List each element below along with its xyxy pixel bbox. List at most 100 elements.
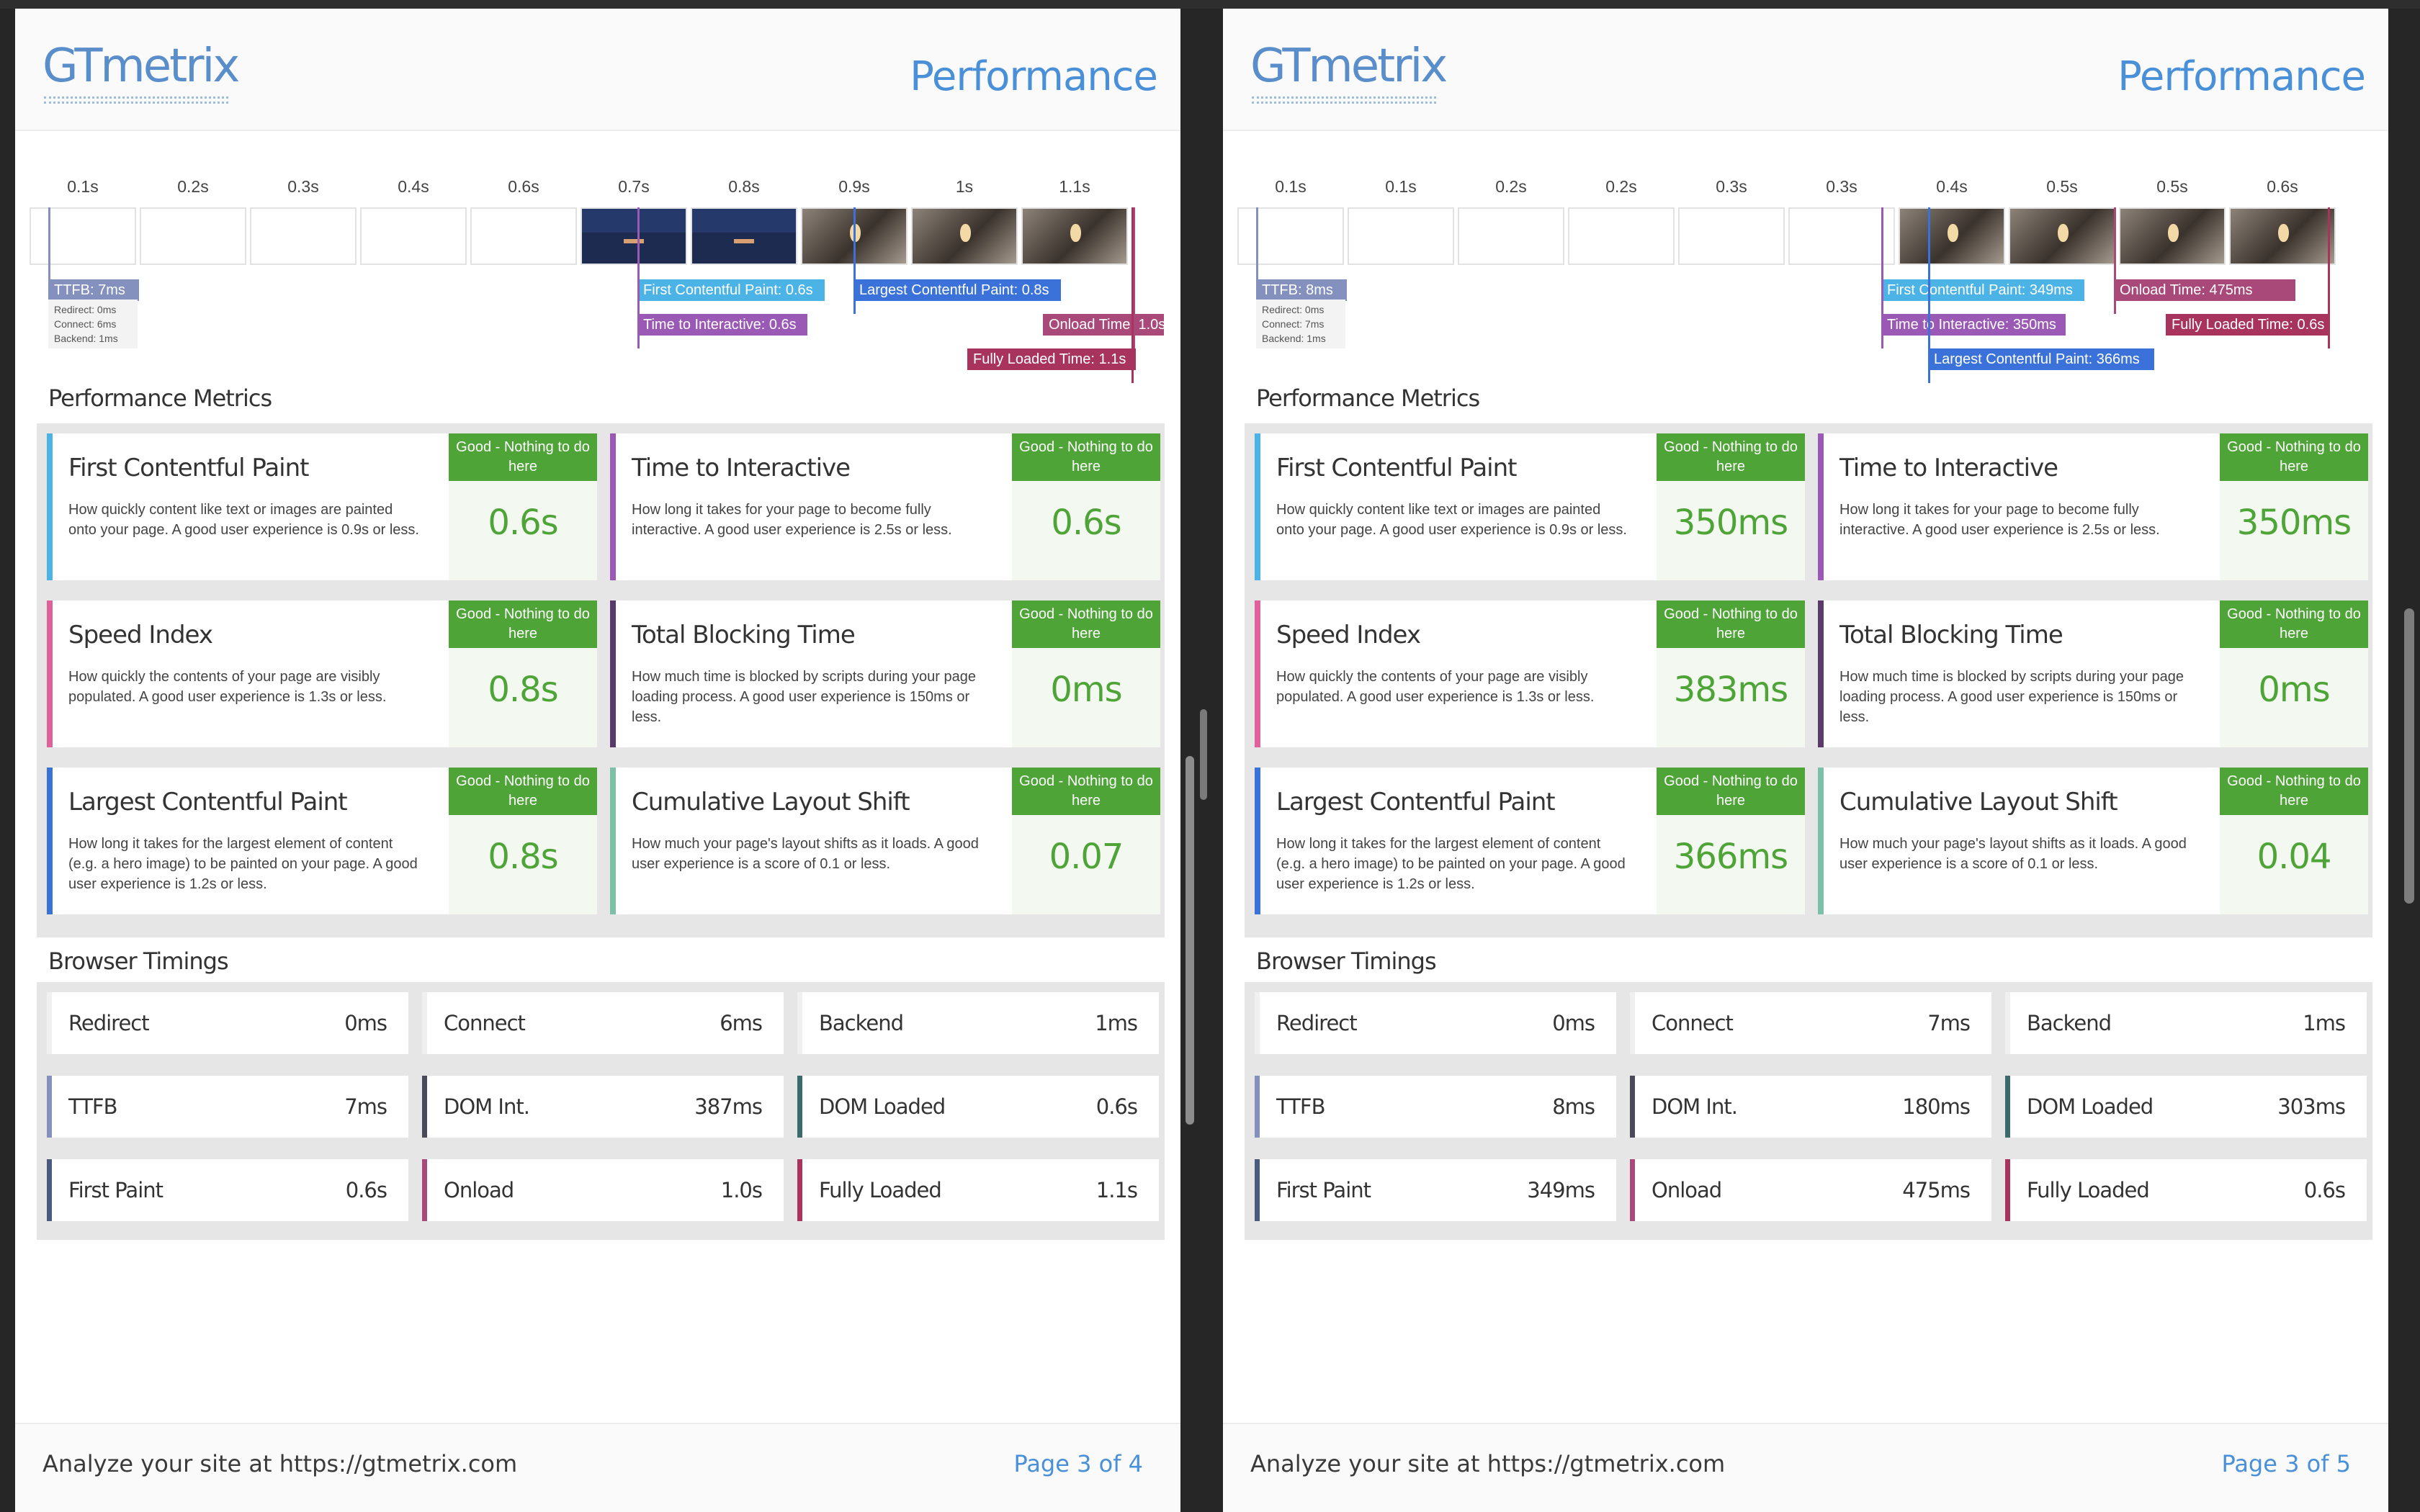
timing-value: 303ms [2277,1094,2346,1119]
metric-value: 366ms [1673,837,1788,877]
timing-value: 1.0s [720,1178,763,1202]
metric-color-bar [610,600,616,747]
metric-name: Total Blocking Time [1839,621,2063,649]
timing-label: Fully Loaded [2027,1178,2150,1202]
timing-color-bar [422,1159,427,1221]
page-number: Page 3 of 4 [1013,1450,1143,1477]
report-page-right: GTmetrix Performance 0.1s 0.1s 0.2s 0.2s 0.3… [1223,9,2388,1512]
metric-color-bar [610,433,616,580]
timing-value: 1ms [1095,1011,1138,1035]
timing-card: DOM Loaded 303ms [2005,1076,2367,1138]
metric-value: 350ms [1673,503,1788,543]
metric-description: How quickly the contents of your page ar… [68,669,387,705]
timing-label: Connect [1652,1011,1734,1035]
timing-card: DOM Int. 180ms [1630,1076,1991,1138]
tti-marker-label: Time to Interactive: 350ms [1881,314,2066,336]
timing-card: DOM Loaded 0.6s [797,1076,1159,1138]
metric-value-box: 0.8s [449,815,597,914]
timing-color-bar [1255,992,1260,1054]
timing-label: Redirect [1276,1011,1358,1035]
timing-label: Backend [819,1011,904,1035]
metric-grade-badge: Good - Nothing to do here [2220,433,2368,481]
metric-description: How much time is blocked by scripts duri… [632,669,976,725]
metric-grade-badge: Good - Nothing to do here [1012,433,1160,481]
timeline-tick-label: 0.3s [1826,177,1857,196]
timeline-tick-label: 0.5s [2046,177,2078,196]
filmstrip-frame [140,207,246,265]
window-top-bar [0,0,2420,9]
metric-value-box: 0.8s [449,648,597,747]
timing-value: 1ms [2303,1011,2346,1035]
report-footer: Analyze your site at https://gtmetrix.co… [1223,1423,2388,1512]
timing-value: 8ms [1552,1094,1595,1119]
timing-label: Connect [444,1011,526,1035]
metric-value: 383ms [1673,670,1788,710]
browser-timings-grid: Redirect 0ms Connect 6ms Backend 1ms TTF… [37,982,1165,1240]
metric-name: Largest Contentful Paint [68,788,348,816]
timing-color-bar [797,1076,802,1138]
metric-color-bar [610,768,616,914]
ttfb-marker-line [1256,207,1258,279]
metric-card: Time to Interactive How long it takes fo… [1818,433,2368,580]
timeline-tick-label: 0.2s [1495,177,1527,196]
metric-name: Time to Interactive [632,454,851,482]
metric-color-bar [1255,433,1260,580]
timing-label: Fully Loaded [819,1178,942,1202]
timing-value: 475ms [1902,1178,1971,1202]
metric-name: Largest Contentful Paint [1276,788,1556,816]
filmstrip-timeline: 0.1s 0.2s 0.3s 0.4s 0.6s 0.7s 0.8s 0.9s 1s 1.1s TT… [30,170,1168,400]
metric-name: Speed Index [1276,621,1421,649]
filmstrip-frame [581,207,687,265]
page-title: Performance [2118,53,2366,100]
timing-card: Redirect 0ms [47,992,408,1054]
metric-card: Cumulative Layout Shift How much your pa… [1818,768,2368,914]
timing-label: DOM Loaded [2027,1094,2154,1119]
left-scrollbar-thumb[interactable] [1186,756,1194,1125]
report-page-left: GTmetrix Performance 0.1s 0.2s 0.3s 0.4s 0.6… [15,9,1180,1512]
filmstrip-frame [30,207,136,265]
report-footer: Analyze your site at https://gtmetrix.co… [15,1423,1180,1512]
ttfb-marker-line [48,207,50,279]
timing-value: 6ms [720,1011,763,1035]
filmstrip-frame [2229,207,2336,265]
metric-value-box: 350ms [2220,481,2368,580]
filmstrip-frame [911,207,1018,265]
timing-value: 387ms [694,1094,763,1119]
report-header: GTmetrix Performance [1223,9,2388,131]
filmstrip-frame [1348,207,1454,265]
timing-card: Backend 1ms [2005,992,2367,1054]
timing-color-bar [1630,1159,1635,1221]
ttfb-breakdown: Redirect: 0ms Connect: 7ms Backend: 1ms [1256,300,1345,348]
metric-name: Time to Interactive [1839,454,2058,482]
timing-color-bar [2005,992,2010,1054]
timing-label: DOM Int. [1652,1094,1738,1119]
timeline-tick-label: 0.4s [398,177,429,196]
metric-value: 0ms [2258,670,2330,710]
browser-timings-heading: Browser Timings [48,948,229,975]
metric-color-bar [1255,600,1260,747]
metric-description: How long it takes for the largest elemen… [1276,836,1626,892]
right-scrollbar-thumb[interactable] [2404,608,2414,904]
filmstrip-frame [1788,207,1895,265]
connect-detail: Connect: 7ms [1262,318,1325,330]
timeline-tick-label: 0.1s [67,177,99,196]
timing-color-bar [1255,1076,1260,1138]
metric-description: How much time is blocked by scripts duri… [1839,669,2184,725]
timeline-tick-label: 0.3s [1716,177,1747,196]
timing-color-bar [2005,1159,2010,1221]
redirect-detail: Redirect: 0ms [1262,304,1325,315]
metric-grade-badge: Good - Nothing to do here [1012,600,1160,648]
metric-description: How quickly content like text or images … [1276,502,1627,538]
metric-value-box: 0.6s [449,481,597,580]
metric-grade-badge: Good - Nothing to do here [1657,433,1805,481]
metric-value: 0.6s [1051,503,1121,543]
split-view-divider[interactable] [1200,709,1207,800]
metric-description: How quickly the contents of your page ar… [1276,669,1595,705]
onload-marker-label: Onload Time: 475ms [2114,279,2295,301]
timing-card: TTFB 8ms [1255,1076,1616,1138]
metric-card: Time to Interactive How long it takes fo… [610,433,1160,580]
metric-card: Total Blocking Time How much time is blo… [610,600,1160,747]
metric-value: 0.8s [488,837,558,877]
metric-description: How much your page's layout shifts as it… [1839,836,2187,872]
metric-value: 0.07 [1049,837,1124,877]
